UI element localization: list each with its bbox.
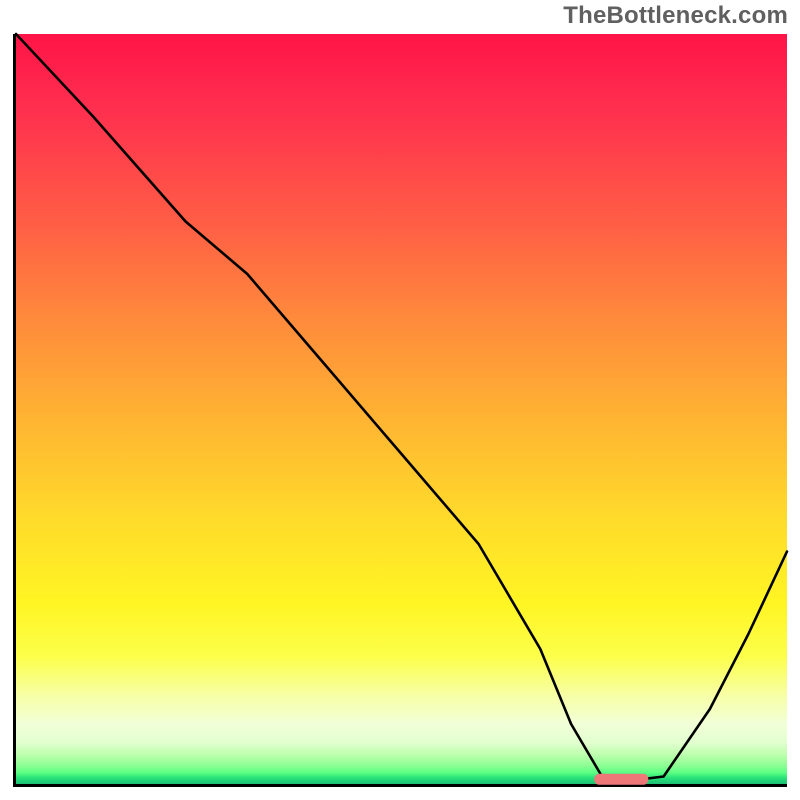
optimal-range-marker: [594, 774, 648, 785]
plot-frame: [13, 34, 787, 787]
chart-canvas: TheBottleneck.com: [0, 0, 800, 800]
watermark-text: TheBottleneck.com: [563, 2, 788, 30]
chart-overlay: [16, 34, 787, 784]
bottleneck-curve: [16, 34, 787, 780]
